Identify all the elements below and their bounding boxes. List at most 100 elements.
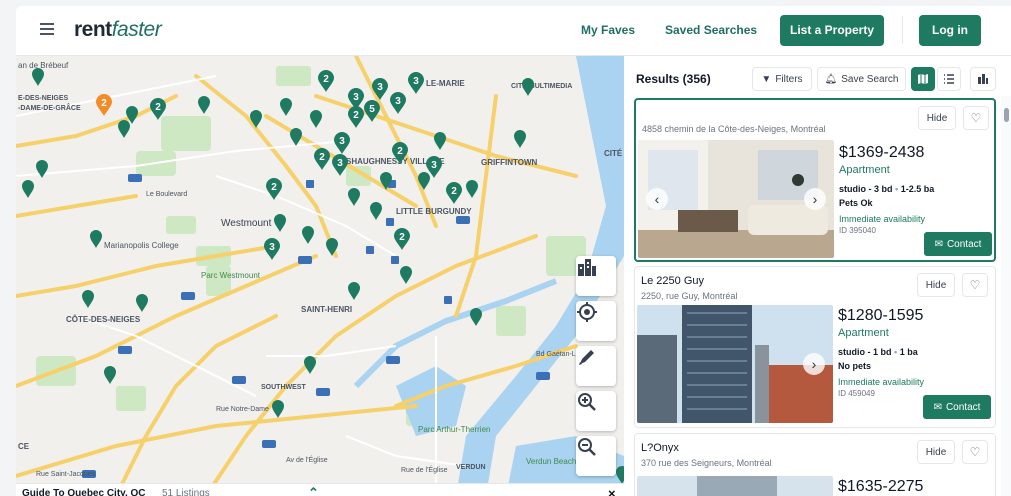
- label-cote-des-neiges-north: E-DES-NEIGES: [18, 95, 69, 102]
- label-brebeuf: an de Brébeuf: [18, 61, 69, 70]
- draw-icon[interactable]: [576, 346, 616, 386]
- contact-label: Contact: [945, 401, 981, 413]
- contact-button[interactable]: ✉ Contact: [923, 395, 991, 419]
- zoom-in-icon[interactable]: [576, 391, 616, 431]
- city-icon[interactable]: [576, 256, 616, 296]
- login-button[interactable]: Log in: [919, 15, 981, 46]
- label-le-marie: LE-MARIE: [426, 79, 465, 88]
- highway-badge: [456, 216, 470, 224]
- map-pin-icon[interactable]: [126, 106, 138, 124]
- park-area: [166, 216, 196, 234]
- menu-icon[interactable]: [40, 23, 54, 35]
- map-pin-icon[interactable]: [118, 120, 130, 138]
- scrollbar-track[interactable]: [1001, 96, 1011, 496]
- heart-icon[interactable]: ♡: [962, 440, 988, 464]
- listing-id: ID 395040: [839, 226, 876, 235]
- highway-badge: [536, 372, 550, 380]
- label-southwest: SOUTHWEST: [261, 384, 306, 391]
- map-pin-icon[interactable]: [466, 180, 478, 198]
- guide-title[interactable]: Guide To Quebec City, QC: [22, 488, 146, 496]
- listing-photo[interactable]: [637, 476, 833, 496]
- cluster-count: 2: [451, 186, 457, 197]
- label-little-burgundy: LITTLE BURGUNDY: [396, 207, 472, 216]
- heart-icon[interactable]: ♡: [963, 106, 989, 130]
- map-pin-icon[interactable]: [198, 96, 210, 114]
- map-pin-icon[interactable]: [310, 110, 322, 128]
- zoom-out-icon[interactable]: [576, 436, 616, 476]
- hide-button[interactable]: Hide: [917, 273, 955, 297]
- guide-count: 51 Listings: [162, 488, 210, 496]
- results-count: Results (356): [636, 72, 711, 86]
- map-view[interactable]: Westmount SAINT-HENRI CÔTE-DES-NEIGES GR…: [16, 56, 624, 496]
- map-view-icon[interactable]: [911, 67, 935, 91]
- listing-type: Apartment: [839, 164, 890, 176]
- hide-button[interactable]: Hide: [917, 440, 955, 464]
- label-parc-arthur-therrien: Parc Arthur-Therrien: [418, 425, 490, 434]
- listing-card[interactable]: Le 2250 Guy 2250, rue Guy, Montréal Hide…: [634, 266, 996, 428]
- map-pin-icon[interactable]: [370, 202, 382, 220]
- map-pin-icon[interactable]: [22, 180, 34, 198]
- cluster-count: 3: [431, 160, 437, 171]
- guide-bar[interactable]: Guide To Quebec City, QC 51 Listings ⌃ ×: [16, 483, 624, 496]
- cluster-count: 2: [399, 232, 405, 243]
- map-pin-icon[interactable]: [514, 130, 526, 148]
- label-le-boulevard: Le Boulevard: [146, 191, 187, 198]
- map-pin-icon[interactable]: [348, 188, 360, 206]
- cluster-count: 2: [397, 146, 403, 157]
- contact-button[interactable]: ✉ Contact: [924, 232, 992, 256]
- hide-button[interactable]: Hide: [918, 106, 956, 130]
- save-search-button[interactable]: 🔔︎ Save Search: [817, 67, 906, 91]
- map-pin-icon[interactable]: [290, 128, 302, 146]
- locate-icon[interactable]: [576, 301, 616, 341]
- map-pin-icon[interactable]: [136, 294, 148, 312]
- saved-searches-link[interactable]: Saved Searches: [665, 23, 757, 37]
- map-pin-icon[interactable]: [82, 290, 94, 308]
- map-pin-icon[interactable]: [434, 132, 446, 150]
- filters-label: Filters: [775, 73, 803, 85]
- label-rue-saint-jacques: Rue Saint-Jacques: [36, 471, 96, 478]
- map-pin-icon[interactable]: [104, 366, 116, 384]
- park-area: [496, 306, 526, 336]
- road-major: [16, 194, 138, 218]
- listing-photo[interactable]: ‹ ›: [638, 140, 834, 258]
- list-view-icon[interactable]: [937, 67, 961, 91]
- close-icon[interactable]: ×: [608, 486, 616, 496]
- map-canvas[interactable]: Westmount SAINT-HENRI CÔTE-DES-NEIGES GR…: [16, 56, 624, 496]
- label-westmount: Westmount: [221, 218, 272, 229]
- photo-next-icon[interactable]: ›: [803, 353, 825, 375]
- building-view-icon[interactable]: [970, 67, 996, 91]
- listing-card[interactable]: L?Onyx 370 rue des Seigneurs, Montréal H…: [634, 433, 996, 496]
- rentfaster-logo[interactable]: rentfaster: [74, 18, 162, 42]
- label-rue-eglise: Rue de l'Église: [401, 465, 448, 474]
- map-pin-icon[interactable]: [348, 282, 360, 300]
- map-pin-icon[interactable]: [90, 230, 102, 248]
- map-pin-icon[interactable]: [522, 78, 534, 96]
- list-property-button[interactable]: List a Property: [780, 15, 884, 46]
- listing-card[interactable]: 4858 chemin de la Côte-des-Neiges, Montr…: [634, 98, 996, 262]
- my-faves-link[interactable]: My Faves: [581, 23, 635, 37]
- map-pin-icon[interactable]: [302, 226, 314, 244]
- map-pin-icon[interactable]: [470, 308, 482, 326]
- beds-text: studio - 3 bd: [839, 184, 893, 194]
- scrollbar-thumb[interactable]: [1004, 108, 1009, 122]
- logo-rent-text: rent: [74, 18, 112, 41]
- listing-photo[interactable]: ›: [637, 305, 833, 423]
- map-pin-icon[interactable]: [274, 214, 286, 232]
- heart-icon[interactable]: ♡: [962, 273, 988, 297]
- cluster-count: 3: [269, 242, 275, 253]
- filters-button[interactable]: ▼ Filters: [752, 67, 812, 91]
- map-pin-icon[interactable]: [36, 160, 48, 178]
- listing-title[interactable]: L?Onyx: [641, 442, 679, 454]
- map-pin-icon[interactable]: [304, 356, 316, 374]
- expand-chevron-icon[interactable]: ⌃: [308, 485, 319, 496]
- photo-prev-icon[interactable]: ‹: [646, 188, 668, 210]
- label-marianopolis: Marianopolis College: [104, 241, 179, 250]
- map-pin-icon[interactable]: [32, 68, 44, 86]
- park-area: [276, 66, 311, 86]
- map-pin-icon[interactable]: [280, 98, 292, 116]
- map-pin-icon[interactable]: [400, 266, 412, 284]
- label-cite: CITÉ: [604, 149, 623, 158]
- listing-title[interactable]: Le 2250 Guy: [641, 275, 704, 287]
- map-pin-icon[interactable]: [272, 400, 284, 418]
- photo-next-icon[interactable]: ›: [804, 188, 826, 210]
